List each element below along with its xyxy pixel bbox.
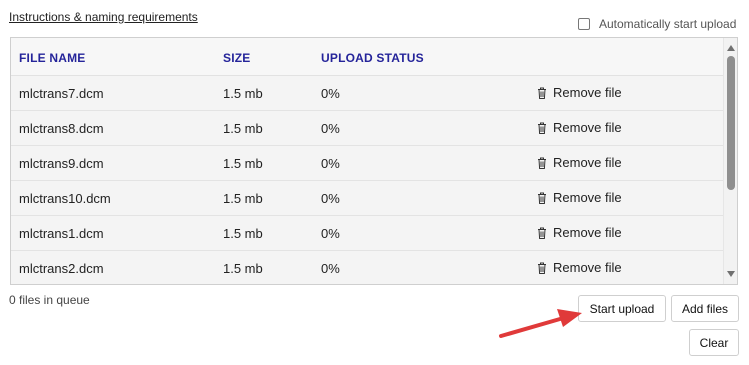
add-files-button[interactable]: Add files xyxy=(671,295,739,322)
remove-file-label: Remove file xyxy=(553,190,622,205)
upload-status: 0% xyxy=(321,86,340,101)
trash-icon xyxy=(538,157,546,169)
upload-status: 0% xyxy=(321,261,340,276)
remove-file-label: Remove file xyxy=(553,260,622,275)
table-header: FILE NAME SIZE UPLOAD STATUS xyxy=(11,38,723,76)
file-name: mlctrans10.dcm xyxy=(19,191,111,206)
remove-file-button[interactable]: Remove file xyxy=(537,155,622,170)
column-header-upload-status: UPLOAD STATUS xyxy=(321,51,424,65)
file-name: mlctrans2.dcm xyxy=(19,261,104,276)
remove-file-label: Remove file xyxy=(553,120,622,135)
table-scrollbar[interactable] xyxy=(723,38,737,284)
table-row: mlctrans7.dcm 1.5 mb 0% Remove file xyxy=(11,76,723,111)
upload-status: 0% xyxy=(321,191,340,206)
upload-status: 0% xyxy=(321,156,340,171)
upload-status: 0% xyxy=(321,226,340,241)
trash-icon xyxy=(538,227,546,239)
file-name: mlctrans7.dcm xyxy=(19,86,104,101)
clear-button[interactable]: Clear xyxy=(689,329,739,356)
remove-file-label: Remove file xyxy=(553,155,622,170)
remove-file-button[interactable]: Remove file xyxy=(537,225,622,240)
table-row: mlctrans9.dcm 1.5 mb 0% Remove file xyxy=(11,146,723,181)
queue-status: 0 files in queue xyxy=(9,293,90,307)
table-row: mlctrans1.dcm 1.5 mb 0% Remove file xyxy=(11,216,723,251)
start-upload-button[interactable]: Start upload xyxy=(578,295,666,322)
auto-start-checkbox[interactable] xyxy=(578,18,590,30)
column-header-file-name: FILE NAME xyxy=(19,51,86,65)
table-row: mlctrans8.dcm 1.5 mb 0% Remove file xyxy=(11,111,723,146)
table-row: mlctrans10.dcm 1.5 mb 0% Remove file xyxy=(11,181,723,216)
table-row: mlctrans2.dcm 1.5 mb 0% Remove file xyxy=(11,251,723,284)
remove-file-label: Remove file xyxy=(553,225,622,240)
file-size: 1.5 mb xyxy=(223,261,263,276)
remove-file-button[interactable]: Remove file xyxy=(537,85,622,100)
scrollbar-thumb[interactable] xyxy=(727,56,735,190)
remove-file-button[interactable]: Remove file xyxy=(537,190,622,205)
trash-icon xyxy=(538,122,546,134)
file-table: FILE NAME SIZE UPLOAD STATUS mlctrans7.d… xyxy=(10,37,738,285)
file-size: 1.5 mb xyxy=(223,191,263,206)
trash-icon xyxy=(538,192,546,204)
file-name: mlctrans8.dcm xyxy=(19,121,104,136)
table-body: mlctrans7.dcm 1.5 mb 0% Remove file mlct… xyxy=(11,76,723,284)
remove-file-button[interactable]: Remove file xyxy=(537,260,622,275)
arrow-up-icon[interactable] xyxy=(724,41,737,55)
arrow-down-icon[interactable] xyxy=(724,267,737,281)
trash-icon xyxy=(538,262,546,274)
file-name: mlctrans1.dcm xyxy=(19,226,104,241)
file-size: 1.5 mb xyxy=(223,156,263,171)
upload-status: 0% xyxy=(321,121,340,136)
trash-icon xyxy=(538,87,546,99)
remove-file-button[interactable]: Remove file xyxy=(537,120,622,135)
auto-start-label: Automatically start upload xyxy=(599,17,737,31)
remove-file-label: Remove file xyxy=(553,85,622,100)
file-size: 1.5 mb xyxy=(223,86,263,101)
file-name: mlctrans9.dcm xyxy=(19,156,104,171)
auto-start-toggle[interactable]: Automatically start upload xyxy=(578,16,736,32)
instructions-link[interactable]: Instructions & naming requirements xyxy=(9,10,198,24)
file-size: 1.5 mb xyxy=(223,226,263,241)
file-size: 1.5 mb xyxy=(223,121,263,136)
column-header-size: SIZE xyxy=(223,51,251,65)
